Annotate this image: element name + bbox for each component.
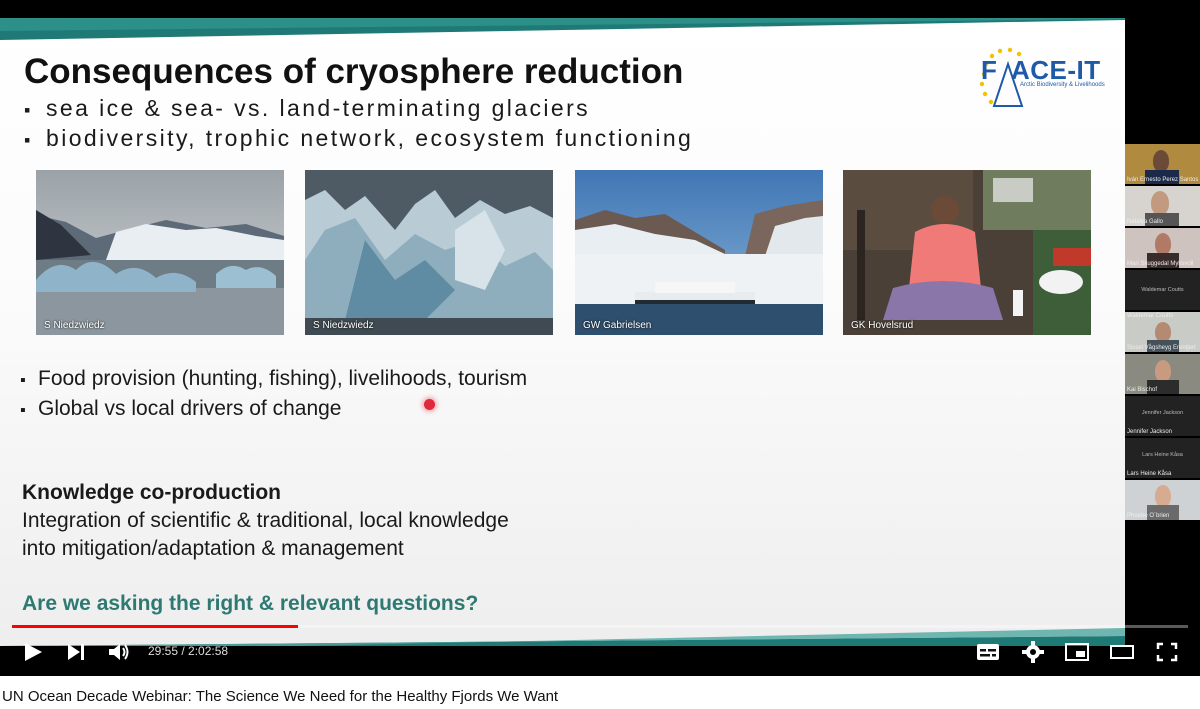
participant-name: Sissel Vågsheyg Erentjert [1127,345,1196,351]
logo-f-letter: F [981,55,997,85]
bullet-item: ▪ Global vs local drivers of change [20,395,527,425]
photo-woman-working: GK Hovelsrud [843,170,1091,335]
video-title: UN Ocean Decade Webinar: The Science We … [2,688,559,705]
settings-icon[interactable] [1020,640,1046,664]
bullet-icon: ▪ [24,100,33,120]
presentation-slide: Consequences of cryosphere reduction ▪ se… [0,18,1125,646]
participant-name: Kai Bischof [1127,387,1158,393]
participant-name: Iván Ernesto Perez Santos [1127,177,1199,183]
slide-top-band [0,18,1125,40]
slide-title: Consequences of cryosphere reduction [24,52,684,91]
next-icon[interactable] [63,640,89,664]
participant-name: Jennifer Jackson [1127,429,1173,435]
participant-tile[interactable]: Waldemar Coutts [1125,270,1200,310]
participant-name: Natalya Gallo [1127,219,1164,225]
photo-credit: S Niedzwiedz [44,320,105,331]
bullet-icon: ▪ [24,130,33,150]
participant-name: Mari Skuggedal Myksvoll [1127,261,1194,267]
play-icon[interactable] [20,640,46,664]
knowledge-line: Integration of scientific & traditional,… [22,509,509,532]
participant-tile[interactable]: Jennifer Jackson Jennifer Jackson [1125,396,1200,436]
photo-cruise-ship: GW Gabrielsen [575,170,823,335]
participant-strip: Iván Ernesto Perez Santos Natalya Gallo … [1125,144,1200,529]
participant-tile[interactable]: Lars Heine Kåsa Lars Heine Kåsa [1125,438,1200,478]
bullet-text: Global vs local drivers of change [38,397,342,420]
topic-list: ▪ sea ice & sea- vs. land-terminating gla… [24,94,693,154]
bullet-text: Food provision (hunting, fishing), livel… [38,367,528,390]
participant-tile[interactable]: Natalya Gallo [1125,186,1200,226]
participant-tile[interactable]: Kai Bischof [1125,354,1200,394]
duration: 2:02:58 [188,644,229,658]
logo-subtitle: Arctic Biodiversity & Livelihoods [1020,82,1105,88]
participant-name: Phoebe O´brien [1127,513,1170,519]
time-display: 29:55 / 2:02:58 [148,644,228,658]
bullet-icon: ▪ [20,402,26,419]
miniplayer-icon[interactable] [1064,640,1090,664]
participant-name: Lars Heine Kåsa [1127,471,1172,477]
bullet-icon: ▪ [20,372,26,389]
participant-tile[interactable]: Mari Skuggedal Myksvoll [1125,228,1200,268]
photo-credit: GK Hovelsrud [851,320,914,331]
topic-text: sea ice & sea- vs. land-terminating glac… [46,95,591,121]
fullscreen-icon[interactable] [1154,640,1180,664]
participant-tile[interactable]: Iván Ernesto Perez Santos [1125,144,1200,184]
topic-item: ▪ sea ice & sea- vs. land-terminating gla… [24,94,693,124]
participant-name: Waldemar Coutts [1127,313,1174,319]
participant-name: Waldemar Coutts [1141,287,1184,293]
bullet-item: ▪ Food provision (hunting, fishing), live… [20,365,527,395]
topic-item: ▪ biodiversity, trophic network, ecosyste… [24,124,693,154]
participant-name: Lars Heine Kåsa [1142,452,1183,458]
time-separator: / [178,644,189,658]
photo-icebergs: S Niedzwiedz [36,170,284,335]
knowledge-heading: Knowledge co-production [22,481,281,504]
photo-glacier-front: S Niedzwiedz [305,170,553,335]
volume-icon[interactable] [106,640,132,664]
laser-pointer-dot [424,399,435,410]
theater-icon[interactable] [1109,640,1135,664]
bullet-list: ▪ Food provision (hunting, fishing), live… [20,365,527,425]
participant-tile[interactable]: Phoebe O´brien [1125,480,1200,520]
photo-credit: S Niedzwiedz [313,320,374,331]
participant-tile[interactable]: Waldemar Coutts Sissel Vågsheyg Erentjer… [1125,312,1200,352]
subtitles-icon[interactable] [975,640,1001,664]
player-controls: 29:55 / 2:02:58 [0,628,1200,676]
slide-question: Are we asking the right & relevant quest… [22,592,479,615]
participant-name: Jennifer Jackson [1141,410,1184,416]
topic-text: biodiversity, trophic network, ecosystem… [46,125,694,151]
knowledge-line: into mitigation/adaptation & management [22,537,404,560]
video-player[interactable]: Consequences of cryosphere reduction ▪ se… [0,0,1200,676]
photo-credit: GW Gabrielsen [583,320,652,331]
current-time: 29:55 [148,644,179,658]
